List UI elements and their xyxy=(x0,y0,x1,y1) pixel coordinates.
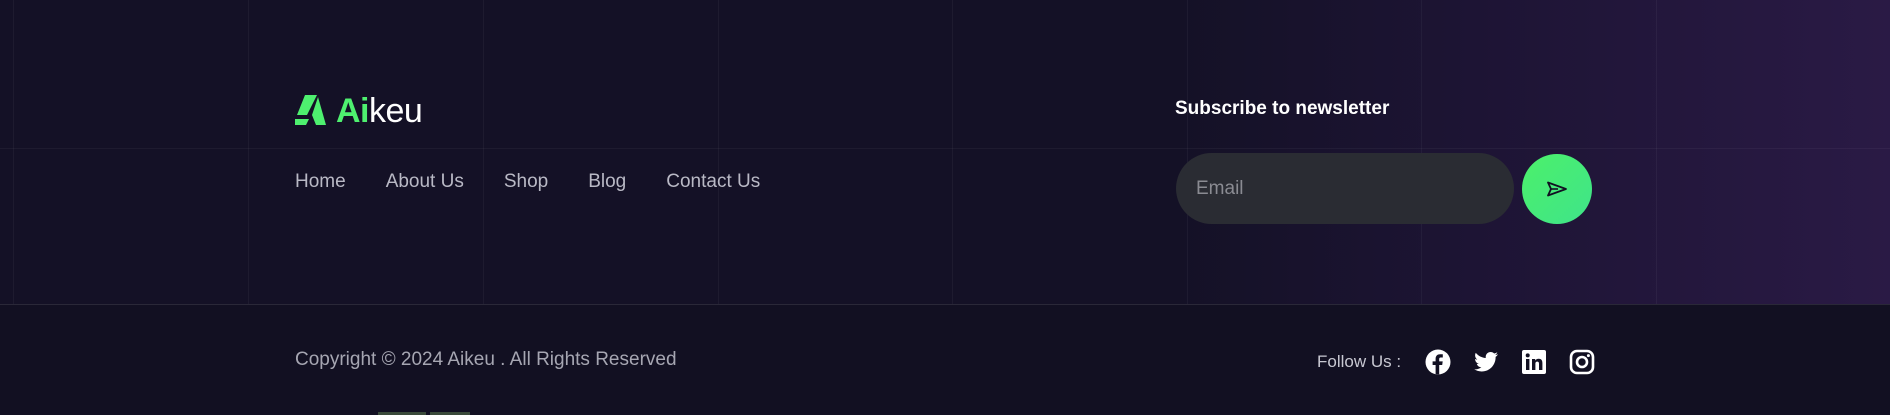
twitter-link[interactable] xyxy=(1473,349,1499,375)
facebook-link[interactable] xyxy=(1425,349,1451,375)
linkedin-icon xyxy=(1522,350,1547,374)
brand-name: Aikeu xyxy=(336,92,423,130)
email-input[interactable] xyxy=(1176,153,1514,224)
brand-logo[interactable]: Aikeu xyxy=(295,92,423,130)
nav-link-about-us[interactable]: About Us xyxy=(386,171,464,193)
grid-line xyxy=(952,0,953,304)
grid-line xyxy=(248,0,249,304)
grid-line xyxy=(1656,0,1657,304)
nav-link-home[interactable]: Home xyxy=(295,171,346,193)
grid-line xyxy=(0,148,1890,149)
grid-line xyxy=(13,0,14,304)
grid-line xyxy=(718,0,719,304)
nav-link-contact-us[interactable]: Contact Us xyxy=(666,171,760,193)
send-icon xyxy=(1547,181,1567,197)
follow-us: Follow Us : xyxy=(1317,349,1595,375)
social-links xyxy=(1425,349,1595,375)
nav-link-blog[interactable]: Blog xyxy=(588,171,626,193)
subscribe-button[interactable] xyxy=(1522,154,1592,224)
facebook-icon xyxy=(1425,349,1451,375)
grid-line xyxy=(483,0,484,304)
newsletter-title: Subscribe to newsletter xyxy=(1175,98,1390,119)
footer-top-section: Aikeu Home About Us Shop Blog Contact Us… xyxy=(0,0,1890,305)
instagram-link[interactable] xyxy=(1569,349,1595,375)
logo-mark-icon xyxy=(295,95,326,125)
nav-link-shop[interactable]: Shop xyxy=(504,171,548,193)
follow-us-label: Follow Us : xyxy=(1317,352,1402,371)
brand-name-rest: keu xyxy=(369,92,423,130)
footer-nav: Home About Us Shop Blog Contact Us xyxy=(295,171,760,193)
grid-line xyxy=(1187,0,1188,304)
twitter-icon xyxy=(1474,352,1499,372)
linkedin-link[interactable] xyxy=(1521,349,1547,375)
brand-name-highlight: Ai xyxy=(336,92,370,130)
instagram-icon xyxy=(1569,349,1595,375)
copyright-text: Copyright © 2024 Aikeu . All Rights Rese… xyxy=(295,349,677,370)
